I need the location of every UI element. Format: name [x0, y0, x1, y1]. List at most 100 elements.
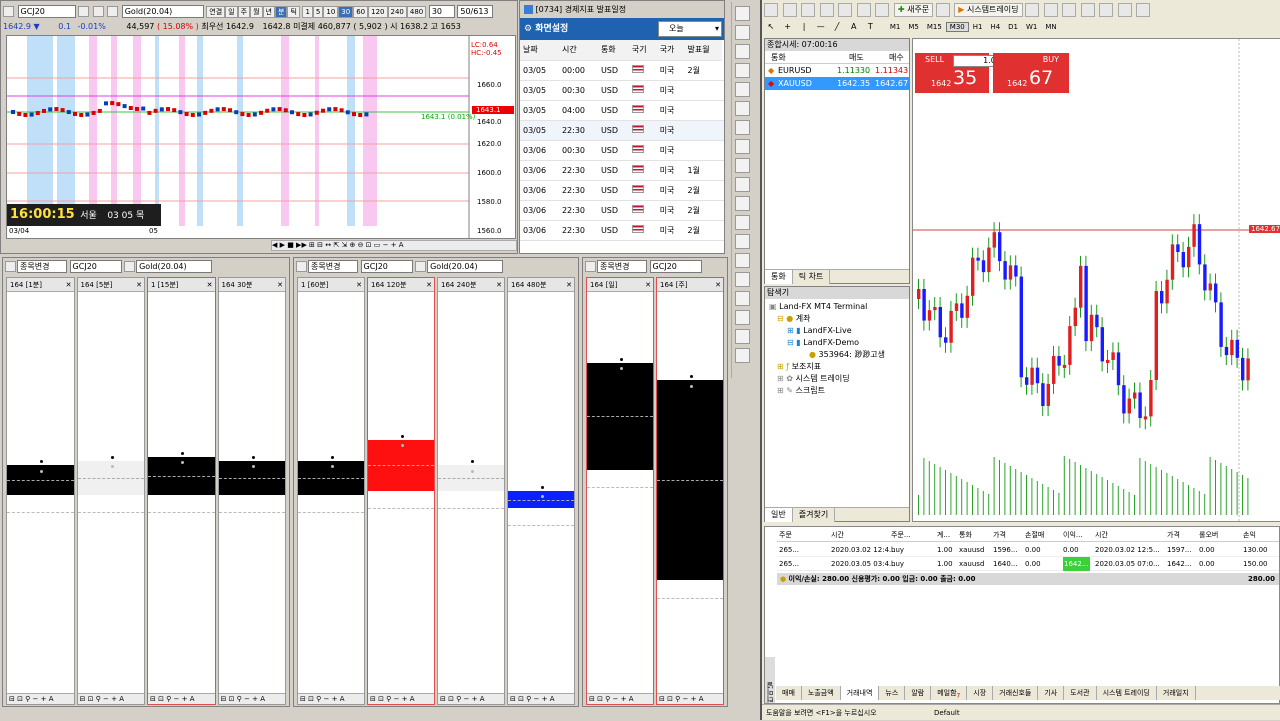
terminal-icon[interactable] [856, 3, 871, 17]
next-icon[interactable] [107, 6, 119, 17]
cursor-icon[interactable] [735, 101, 750, 116]
terminal-col-header[interactable]: 손익 [1243, 529, 1256, 542]
indicator-icon[interactable] [735, 44, 750, 59]
eraser-icon[interactable] [735, 291, 750, 306]
fib-icon[interactable] [735, 196, 750, 211]
terminal-row[interactable]: 265... 2020.03.05 03:4... buy 1.00 xauusd 164… [777, 557, 1279, 571]
mw-col-symbol[interactable]: 통화 [771, 51, 786, 64]
trendline-icon[interactable] [735, 158, 750, 173]
label-icon[interactable]: T [863, 22, 877, 31]
list-icon[interactable] [735, 348, 750, 363]
mini-chart-panel[interactable]: 164 [주] ✕ ⊟ ⊡ ⚲ − + A [656, 277, 724, 705]
col-month[interactable]: 발표월 [684, 40, 723, 61]
link-button[interactable]: 연결 [206, 5, 226, 18]
mini-chart-footer[interactable]: ⊟ ⊡ ⚲ − + A [77, 693, 144, 704]
line-chart-icon[interactable] [1062, 3, 1077, 17]
name-field[interactable]: Gold(20.04) [427, 260, 504, 273]
terminal-tab[interactable]: 거래신호들 [993, 686, 1039, 700]
close-icon[interactable]: ✕ [66, 278, 72, 291]
text-icon[interactable] [735, 253, 750, 268]
tree-indicators[interactable]: ⊞ ƒ 보조지표 [769, 361, 905, 373]
search-icon[interactable] [78, 6, 90, 17]
terminal-tab[interactable]: 기사 [1038, 686, 1065, 700]
period-select[interactable]: 오늘 ▾ [658, 21, 722, 37]
close-icon[interactable]: ✕ [356, 278, 362, 291]
menu-icon[interactable] [585, 261, 596, 272]
profiles-icon[interactable] [782, 3, 797, 17]
tile-icon[interactable] [1117, 3, 1132, 17]
terminal-col-header[interactable]: 시간 [1095, 529, 1108, 542]
terminal-tab[interactable]: 시스템 트레이딩 [1096, 686, 1157, 700]
tester-icon[interactable] [875, 3, 890, 17]
top-chart-area[interactable]: LC:0.64 HC:-0.45 1660.0 1643.1 1643.1 (0… [6, 35, 516, 239]
mini-chart-footer[interactable]: ⊟ ⊡ ⚲ − + A [298, 693, 364, 704]
symbol-change-select[interactable]: 종목변경 [597, 260, 647, 273]
tree-live[interactable]: ⊞ ▮ LandFX-Live [769, 325, 905, 337]
col-flag[interactable]: 국기 [628, 40, 657, 61]
market-watch-icon[interactable] [801, 3, 816, 17]
terminal-col-header[interactable]: 가격 [1167, 529, 1180, 542]
terminal-tab[interactable]: 거래일지 [1156, 686, 1196, 700]
terminal-tab[interactable]: 메일함7 [931, 686, 968, 700]
timeframe-d1[interactable]: D1 [1004, 22, 1022, 32]
col-date[interactable]: 날짜 [520, 40, 559, 61]
mini-chart-panel[interactable]: 164 480분 ✕ ⊟ ⊡ ⚲ − + A [507, 277, 575, 705]
circle-icon[interactable] [735, 272, 750, 287]
zoom-out-icon[interactable] [1099, 3, 1114, 17]
mini-chart-footer[interactable]: ⊟ ⊡ ⚲ − + A [587, 693, 653, 704]
close-icon[interactable]: ✕ [207, 278, 213, 291]
terminal-tab[interactable]: 도서관 [1064, 686, 1097, 700]
interval-30[interactable]: 30 [338, 5, 354, 18]
arrow-icon[interactable] [735, 234, 750, 249]
eco-row[interactable]: 03/0500:00USD 미국2월ISM [520, 60, 724, 81]
compare-icon[interactable] [735, 63, 750, 78]
interval-480[interactable]: 480 [406, 5, 427, 18]
search-icon[interactable] [415, 261, 427, 272]
channel-icon[interactable] [735, 177, 750, 192]
terminal-tab[interactable]: 매매 [776, 686, 802, 700]
text-icon[interactable]: A [847, 22, 861, 31]
mw-row-eurusd[interactable]: ◆ EURUSD 1.11330 1.11343 [765, 64, 909, 77]
tree-account-entry[interactable]: ● 353964: 渺渺고생 [769, 349, 905, 361]
interval-60[interactable]: 60 [353, 5, 369, 18]
close-icon[interactable]: ✕ [715, 278, 721, 291]
search-icon[interactable] [124, 261, 136, 272]
code-field[interactable]: GCJ20 [69, 260, 122, 273]
mini-chart-panel[interactable]: 164 [5분] ✕ ⊟ ⊡ ⚲ − + A [76, 277, 145, 705]
terminal-col-header[interactable]: 통화 [959, 529, 972, 542]
new-order-button[interactable]: ✚ 새주문 [893, 3, 934, 17]
settings-button[interactable]: ⚙ 화면설정 [524, 21, 568, 34]
crosshair-icon[interactable]: + [781, 22, 795, 31]
table-icon[interactable] [735, 329, 750, 344]
navigator-icon[interactable] [838, 3, 853, 17]
eco-row[interactable]: 03/0622:30USD 미국2월비농 [520, 180, 724, 201]
timeframe-m30[interactable]: M30 [945, 22, 969, 32]
code-field[interactable]: GCJ20 [649, 260, 702, 273]
close-icon[interactable]: ✕ [277, 278, 283, 291]
cursor-icon[interactable]: ↖ [764, 22, 778, 31]
eco-row[interactable]: 03/0622:30USD 미국2월실업 [520, 200, 724, 221]
trendline-icon[interactable]: ╱ [830, 22, 844, 31]
eco-row[interactable]: 03/0622:30USD 미국2월평균 [520, 220, 724, 241]
day-button[interactable]: 일 [225, 5, 238, 18]
mini-chart-panel[interactable]: 164 [일] ✕ ⊟ ⊡ ⚲ − + A [586, 277, 654, 705]
timeframe-m1[interactable]: M1 [886, 22, 905, 32]
line-draw-icon[interactable] [735, 82, 750, 97]
terminal-col-header[interactable]: 계... [937, 529, 950, 542]
interval-5[interactable]: 5 [312, 5, 324, 18]
terminal-tab[interactable]: 뉴스 [879, 686, 906, 700]
count-field[interactable]: 50/613 [457, 5, 494, 18]
mini-chart-footer[interactable]: ⊟ ⊡ ⚲ − + A [218, 693, 285, 704]
mw-col-bid[interactable]: 매도 [849, 51, 864, 64]
vline-icon[interactable] [735, 139, 750, 154]
terminal-col-header[interactable]: 롤오버 [1199, 529, 1218, 542]
timeframe-h4[interactable]: H4 [986, 22, 1004, 32]
terminal-tab[interactable]: 거래내역 [840, 686, 880, 700]
timeframe-m15[interactable]: M15 [923, 22, 946, 32]
mini-chart-footer[interactable]: ⊟ ⊡ ⚲ − + A [368, 693, 434, 704]
interval-10[interactable]: 10 [323, 5, 339, 18]
terminal-tab[interactable]: 노출금액 [801, 686, 841, 700]
interval-120[interactable]: 120 [368, 5, 388, 18]
tab-common[interactable]: 일반 [765, 508, 793, 522]
tab-tick-chart[interactable]: 틱 차트 [792, 270, 831, 284]
